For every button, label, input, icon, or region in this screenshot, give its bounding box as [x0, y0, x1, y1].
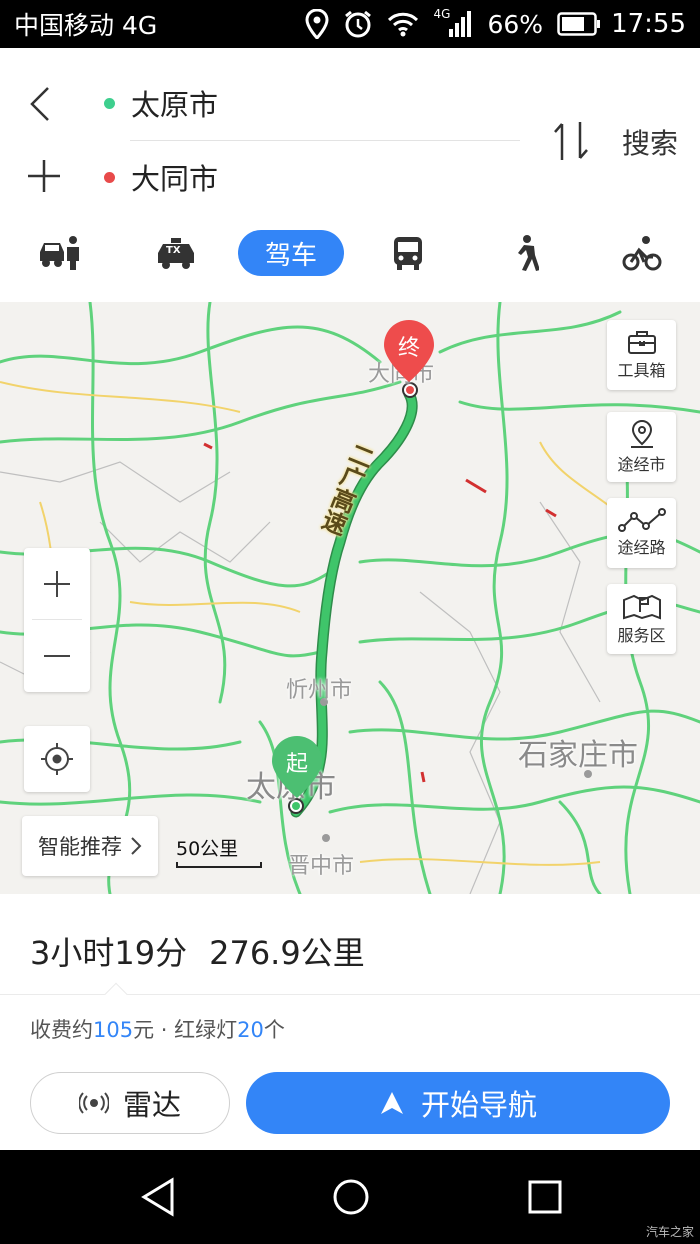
start-marker-label: 起 — [285, 752, 308, 777]
zoom-control — [24, 548, 90, 692]
radar-icon — [78, 1092, 109, 1114]
plus-icon — [44, 571, 70, 597]
zoom-in-button[interactable] — [24, 548, 90, 620]
search-button[interactable]: 搜索 — [622, 122, 678, 162]
route-duration: 3小时19分 — [30, 934, 188, 972]
status-bar: 中国移动 4G 4G 66% 17:55 — [0, 0, 700, 48]
city-label-shijiazhuang: 石家庄市 — [518, 738, 638, 773]
route-summary[interactable]: 3小时19分 276.9公里 — [30, 928, 365, 974]
destination-field[interactable]: 大同市 — [104, 156, 218, 198]
swap-icon[interactable] — [552, 118, 590, 164]
via-city-button[interactable]: 途经市 — [607, 412, 676, 482]
route-details: 收费约105元 · 红绿灯20个 — [30, 1014, 285, 1044]
smart-recommend-button[interactable]: 智能推荐 — [22, 816, 158, 876]
tab-drive[interactable]: 驾车 — [238, 230, 344, 276]
battery-icon — [557, 12, 601, 36]
back-icon[interactable] — [22, 84, 62, 124]
route-summary-panel: 3小时19分 276.9公里 收费约105元 · 红绿灯20个 雷达 开始导航 — [0, 894, 700, 1150]
traffic-lights-suffix: 个 — [263, 1018, 285, 1042]
start-navigation-button[interactable]: 开始导航 — [246, 1072, 670, 1134]
traffic-lights-value: 20 — [237, 1018, 264, 1042]
route-distance: 276.9公里 — [209, 934, 365, 972]
clock: 17:55 — [611, 9, 686, 39]
toolbox-button[interactable]: 工具箱 — [607, 320, 676, 390]
radar-button[interactable]: 雷达 — [30, 1072, 230, 1134]
system-navigation-bar: 汽车之家 — [0, 1150, 700, 1244]
scale-label: 50公里 — [176, 838, 239, 860]
wifi-icon — [388, 12, 419, 37]
via-road-label: 途经路 — [617, 538, 666, 557]
add-waypoint-icon[interactable] — [24, 156, 64, 196]
zoom-out-button[interactable] — [24, 620, 90, 692]
pin-icon — [630, 419, 653, 448]
home-circle-icon[interactable] — [330, 1176, 372, 1218]
location-icon — [305, 9, 329, 39]
tab-bike[interactable] — [620, 230, 664, 276]
car-hailing-icon — [40, 236, 79, 270]
toll-suffix: 元 · 红绿灯 — [133, 1018, 238, 1042]
scale-bar — [176, 862, 262, 868]
via-city-label: 途经市 — [617, 455, 666, 474]
route-search-panel: 太原市 大同市 搜索 — [0, 48, 700, 216]
app-root: 中国移动 4G 4G 66% 17:55 太原市 大同市 搜索 TX 驾车 大同… — [0, 0, 700, 1244]
bus-icon — [394, 237, 422, 270]
toll-value: 105 — [93, 1018, 134, 1042]
taxi-badge: TX — [166, 245, 181, 256]
tab-taxi[interactable]: TX — [154, 230, 198, 276]
service-area-icon — [622, 594, 661, 620]
tab-drive-label: 驾车 — [264, 240, 317, 271]
origin-field[interactable]: 太原市 — [104, 82, 218, 124]
locate-icon — [41, 743, 73, 775]
chevron-right-icon — [131, 837, 142, 855]
origin-label: 太原市 — [131, 88, 219, 122]
locate-button[interactable] — [24, 726, 90, 792]
battery-percent: 66% — [487, 9, 544, 39]
start-navigation-label: 开始导航 — [420, 1088, 537, 1122]
signal-icon: 4G — [433, 7, 473, 39]
city-label-jinzhong: 晋中市 — [288, 854, 355, 879]
end-marker[interactable]: 终 — [382, 318, 436, 384]
bike-icon — [622, 236, 662, 271]
walk-icon — [518, 235, 539, 271]
toolbox-icon — [627, 331, 656, 354]
field-divider — [130, 140, 520, 141]
toolbox-label: 工具箱 — [617, 361, 666, 380]
start-marker[interactable]: 起 — [270, 734, 324, 800]
service-area-label: 服务区 — [617, 626, 666, 645]
destination-dot — [104, 171, 115, 183]
summary-pointer — [104, 982, 128, 1006]
radar-label: 雷达 — [122, 1088, 181, 1122]
transport-mode-tabs: TX 驾车 — [0, 216, 700, 302]
smart-recommend-label: 智能推荐 — [38, 835, 122, 859]
alarm-icon — [345, 10, 372, 38]
tab-car-hailing[interactable] — [36, 230, 82, 276]
status-icons: 4G 66% — [305, 7, 601, 39]
map-roads — [0, 302, 700, 894]
carrier-label: 中国移动 4G — [14, 11, 158, 40]
navigation-arrow-icon — [380, 1092, 403, 1114]
toll-prefix: 收费约 — [30, 1018, 93, 1042]
watermark: 汽车之家 — [645, 1225, 694, 1239]
recent-apps-icon[interactable] — [524, 1176, 566, 1218]
end-marker-label: 终 — [397, 336, 420, 361]
service-area-button[interactable]: 服务区 — [607, 584, 676, 654]
route-map[interactable]: 大同市 忻州市 太原市 石家庄市 晋中市 二广高速 终 起 工具箱 — [0, 302, 700, 894]
back-triangle-icon[interactable] — [138, 1176, 180, 1218]
via-road-button[interactable]: 途经路 — [607, 498, 676, 568]
tab-bus[interactable] — [388, 230, 428, 276]
origin-dot — [104, 97, 115, 109]
city-label-xinzhou: 忻州市 — [286, 678, 353, 703]
destination-label: 大同市 — [131, 162, 219, 196]
polyline-icon — [617, 508, 666, 532]
tab-walk[interactable] — [508, 230, 542, 276]
minus-icon — [44, 655, 70, 657]
